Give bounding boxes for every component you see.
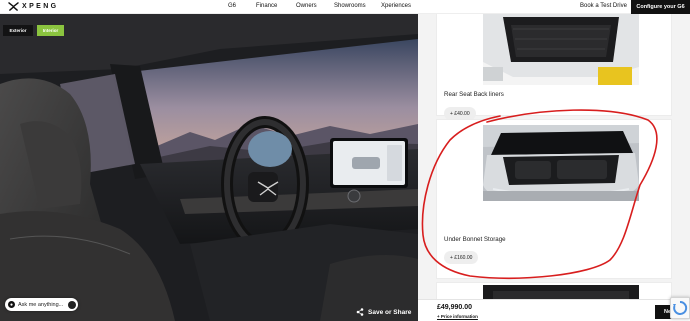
interior-view[interactable]: Exterior Interior ● Ask me anything... S… [0, 14, 418, 321]
accessory-card[interactable]: Under Bonnet Storage + £160.00 [436, 119, 672, 279]
share-icon [356, 308, 364, 316]
nav-link-xperiences[interactable]: Xperiences [381, 3, 411, 9]
nav-link-g6[interactable]: G6 [228, 3, 236, 9]
brand-logo[interactable]: XPENG [8, 2, 59, 11]
add-accessory-button[interactable]: + £160.00 [444, 251, 479, 264]
summary-bar: £49,990.00 + Price information Next [418, 299, 690, 321]
assistant-placeholder: Ask me anything... [18, 301, 64, 308]
tab-exterior[interactable]: Exterior [3, 25, 33, 36]
car-interior-image [0, 14, 418, 321]
accessory-image [483, 125, 639, 201]
recaptcha-icon[interactable] [670, 297, 690, 319]
nav-link-owners[interactable]: Owners [296, 3, 317, 9]
total-price: £49,990.00 [437, 304, 473, 311]
book-test-drive-link[interactable]: Book a Test Drive [580, 3, 627, 9]
save-or-share-label: Save or Share [368, 308, 412, 316]
nav-link-showrooms[interactable]: Showrooms [334, 3, 366, 9]
price-information-link[interactable]: + Price information [437, 314, 478, 319]
assistant-chat-input[interactable]: ● Ask me anything... [5, 298, 78, 311]
save-or-share-button[interactable]: Save or Share [356, 308, 411, 316]
brand-wordmark: XPENG [22, 3, 59, 10]
top-nav: XPENG G6 Finance Owners Showrooms Xperie… [0, 0, 690, 14]
accessory-title: Rear Seat Back liners [444, 91, 504, 98]
accessory-panel[interactable]: Rear Seat Back liners + £40.00 Under Bon… [418, 14, 690, 321]
configure-button[interactable]: Configure your G6 [631, 0, 690, 14]
send-icon[interactable] [68, 300, 76, 309]
chat-icon: ● [8, 301, 15, 308]
nav-link-finance[interactable]: Finance [256, 3, 277, 9]
accessory-title: Under Bonnet Storage [444, 236, 506, 243]
accessory-card[interactable]: Rear Seat Back liners + £40.00 [436, 14, 672, 120]
accessory-image [483, 14, 639, 85]
xpeng-logo-icon [8, 2, 19, 11]
tab-interior[interactable]: Interior [37, 25, 64, 36]
